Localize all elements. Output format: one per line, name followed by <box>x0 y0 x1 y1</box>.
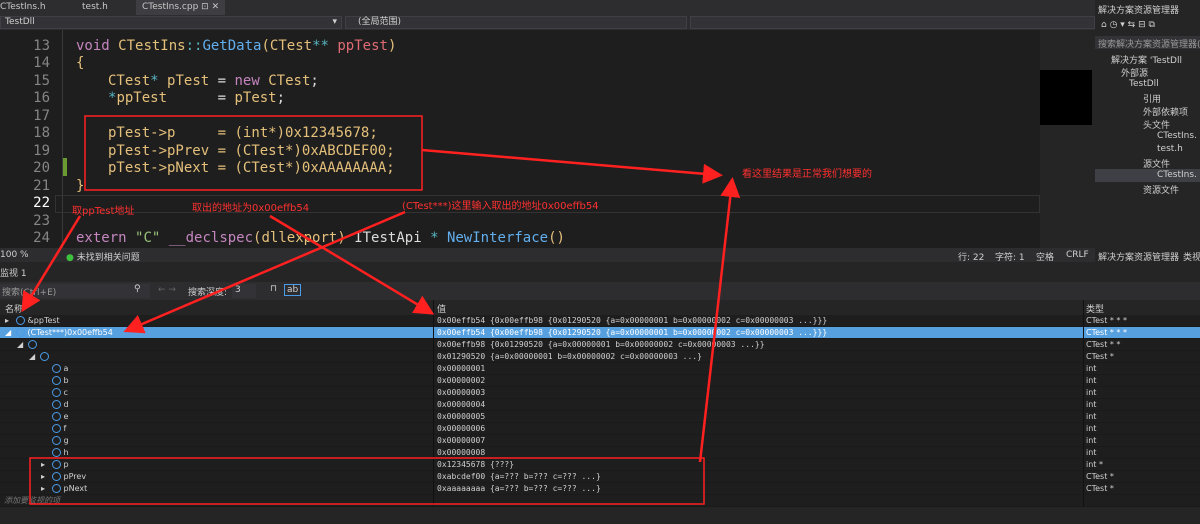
annotation-text: (CTest***)这里输入取出的地址0x00effb54 <box>402 201 599 212</box>
annotation-arrow <box>269 214 435 315</box>
annotation-box-watch <box>29 457 705 505</box>
annotation-arrow <box>21 215 82 313</box>
annotation-text: 看这里结果是正常我们想要的 <box>742 169 872 180</box>
annotation-box-code <box>84 115 423 191</box>
annotation-arrow <box>698 177 741 463</box>
annotation-arrow <box>421 148 723 184</box>
annotation-text: 取出的地址为0x00effb54 <box>192 203 310 214</box>
annotation-text: 取ppTest地址 <box>72 206 135 217</box>
annotation-overlay <box>21 115 741 505</box>
